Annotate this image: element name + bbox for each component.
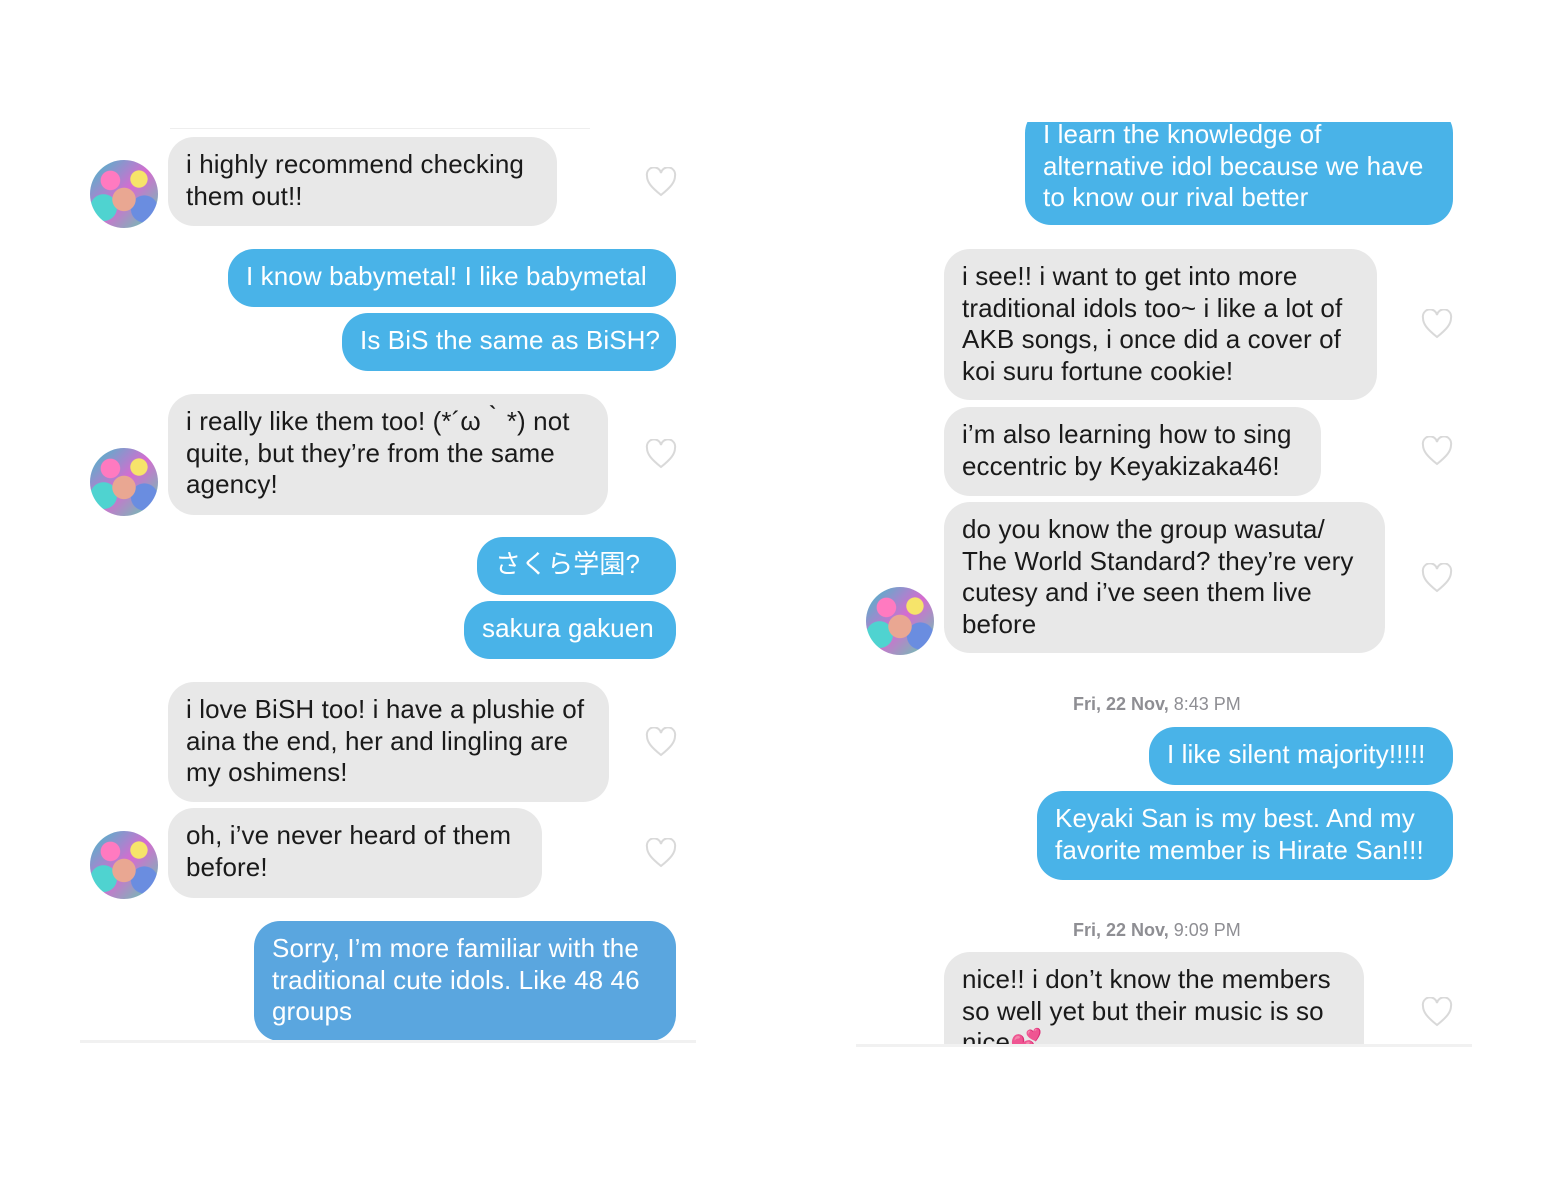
sent-message[interactable]: I like silent majority!!!!!: [1149, 727, 1453, 785]
chat-panel-right: I learn the knowledge of alternative idol…: [856, 122, 1472, 1047]
heart-outline-icon[interactable]: [1421, 435, 1453, 467]
heart-outline-icon[interactable]: [1421, 308, 1453, 340]
heart-outline-icon[interactable]: [645, 837, 677, 869]
divider: [856, 1044, 1472, 1047]
timestamp-time: 8:43 PM: [1173, 694, 1241, 714]
sent-message[interactable]: sakura gakuen: [464, 601, 676, 659]
received-message[interactable]: oh, i’ve never heard of them before!: [168, 808, 542, 898]
divider: [80, 1040, 696, 1043]
sent-message[interactable]: さくら学園?: [477, 537, 676, 595]
received-message[interactable]: i love BiSH too! i have a plushie of aina…: [168, 682, 609, 802]
received-message[interactable]: i really like them too! (*´ω｀*) not quite…: [168, 394, 608, 515]
user-avatar[interactable]: [90, 831, 158, 899]
user-avatar[interactable]: [866, 587, 934, 655]
heart-outline-icon[interactable]: [645, 438, 677, 470]
heart-outline-icon[interactable]: [1421, 996, 1453, 1028]
chat-panel-left: i highly recommend checking them out!! I …: [80, 120, 696, 1043]
sent-message[interactable]: I know babymetal! I like babymetal: [228, 249, 676, 307]
divider: [170, 128, 590, 129]
sent-message[interactable]: Is BiS the same as BiSH?: [342, 313, 676, 371]
heart-outline-icon[interactable]: [1421, 562, 1453, 594]
sent-message[interactable]: Sorry, I’m more familiar with the traditi…: [254, 921, 676, 1041]
timestamp-day: Fri, 22 Nov,: [1073, 920, 1169, 940]
heart-outline-icon[interactable]: [645, 726, 677, 758]
received-message[interactable]: i’m also learning how to sing eccentric b…: [944, 407, 1321, 496]
received-message[interactable]: i highly recommend checking them out!!: [168, 137, 557, 226]
sent-message[interactable]: I learn the knowledge of alternative idol…: [1025, 122, 1453, 225]
received-message[interactable]: nice!! i don’t know the members so well y…: [944, 952, 1364, 1047]
timestamp-time: 9:09 PM: [1173, 920, 1241, 940]
timestamp-day: Fri, 22 Nov,: [1073, 694, 1169, 714]
timestamp: Fri, 22 Nov, 9:09 PM: [1073, 920, 1241, 941]
received-message[interactable]: do you know the group wasuta/The World S…: [944, 502, 1385, 653]
user-avatar[interactable]: [90, 448, 158, 516]
user-avatar[interactable]: [90, 160, 158, 228]
sent-message[interactable]: Keyaki San is my best. And my favorite me…: [1037, 791, 1453, 880]
heart-outline-icon[interactable]: [645, 166, 677, 198]
timestamp: Fri, 22 Nov, 8:43 PM: [1073, 694, 1241, 715]
received-message[interactable]: i see!! i want to get into more tradition…: [944, 249, 1377, 400]
